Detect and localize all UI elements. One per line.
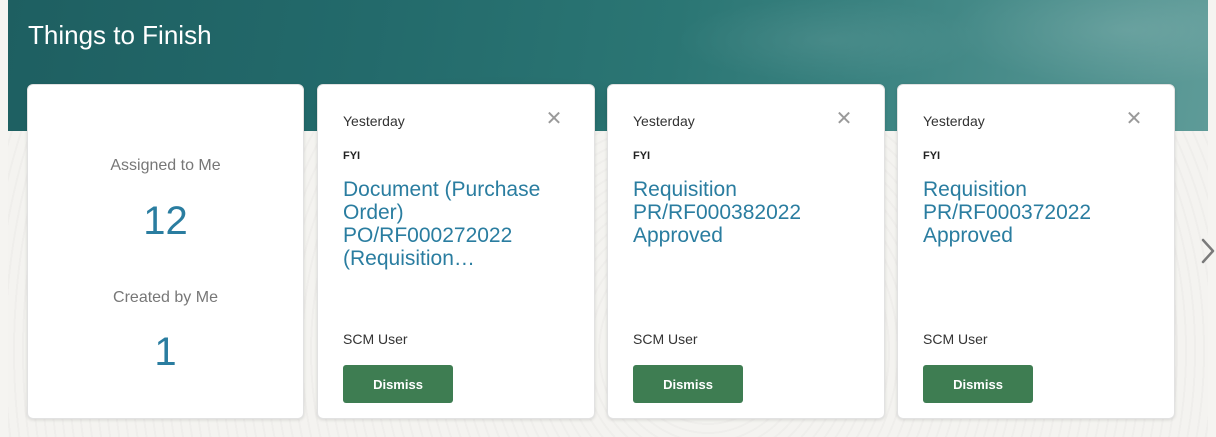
dismiss-button[interactable]: Dismiss (343, 365, 453, 403)
notification-type: FYI (923, 150, 941, 162)
notification-card: Yesterday ✕ FYI Document (Purchase Order… (317, 84, 595, 419)
assigned-to-me-count[interactable]: 12 (28, 199, 303, 244)
assigned-to-me-label: Assigned to Me (110, 157, 221, 174)
notification-user: SCM User (343, 331, 408, 347)
chevron-right-icon[interactable] (1200, 236, 1216, 266)
notification-date: Yesterday (343, 113, 405, 129)
summary-card: Assigned to Me 12 Created by Me 1 (27, 84, 304, 419)
close-icon[interactable]: ✕ (544, 109, 564, 129)
notification-type: FYI (343, 150, 361, 162)
dismiss-button[interactable]: Dismiss (633, 365, 743, 403)
notification-date: Yesterday (923, 113, 985, 129)
dismiss-button[interactable]: Dismiss (923, 365, 1033, 403)
notification-user: SCM User (923, 331, 988, 347)
notification-type: FYI (633, 150, 651, 162)
created-by-me-count[interactable]: 1 (28, 330, 303, 375)
notification-title-link[interactable]: Document (Purchase Order) PO/RF000272022… (343, 178, 568, 270)
page-title: Things to Finish (28, 20, 212, 50)
notification-date: Yesterday (633, 113, 695, 129)
notification-card: Yesterday ✕ FYI Requisition PR/RF0003720… (897, 84, 1175, 419)
close-icon[interactable]: ✕ (1124, 109, 1144, 129)
notification-user: SCM User (633, 331, 698, 347)
close-icon[interactable]: ✕ (834, 109, 854, 129)
notification-title-link[interactable]: Requisition PR/RF000372022 Approved (923, 178, 1148, 247)
created-by-me-label: Created by Me (113, 289, 218, 306)
notification-card: Yesterday ✕ FYI Requisition PR/RF0003820… (607, 84, 885, 419)
notification-title-link[interactable]: Requisition PR/RF000382022 Approved (633, 178, 858, 247)
